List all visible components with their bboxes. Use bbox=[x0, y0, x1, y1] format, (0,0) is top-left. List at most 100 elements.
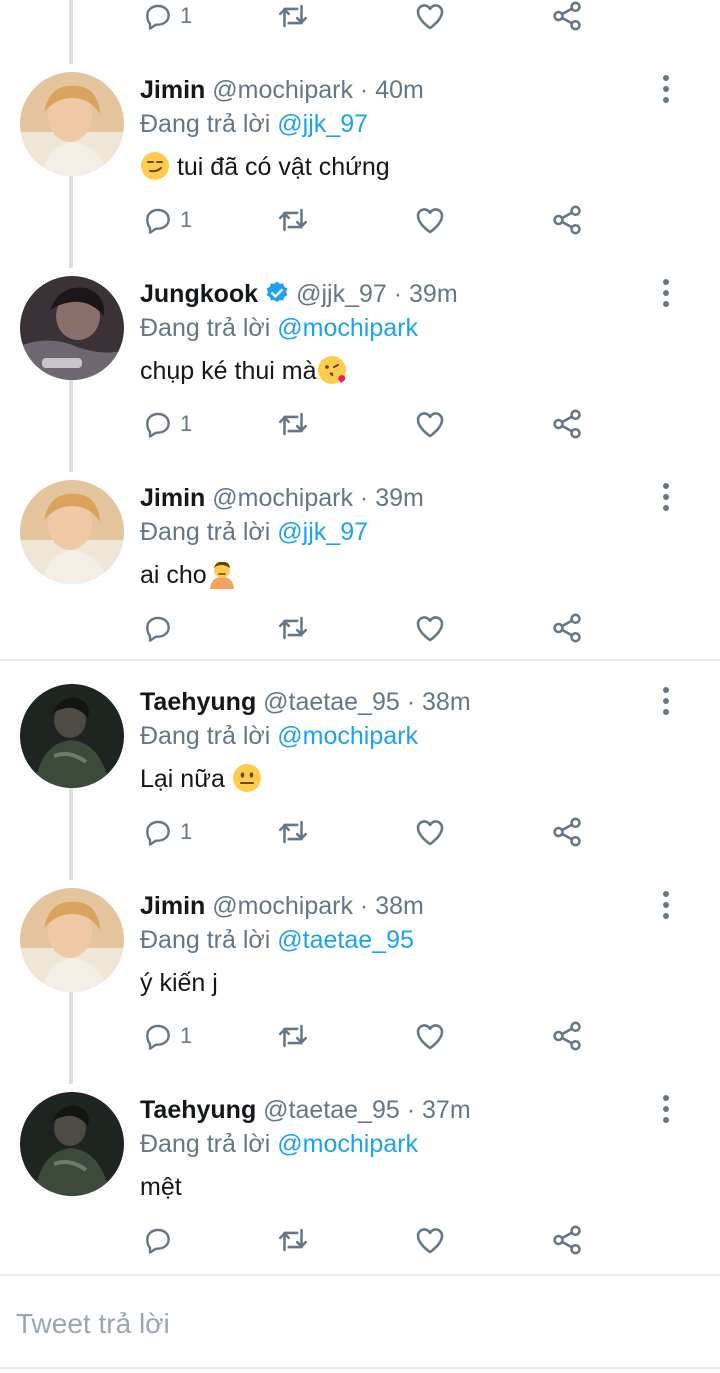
more-options-button[interactable] bbox=[654, 72, 678, 106]
share-icon bbox=[553, 1, 581, 31]
retweet-icon bbox=[278, 4, 308, 28]
separator-dot: · bbox=[359, 892, 369, 920]
tweet-header: Jimin @mochipark · 38m bbox=[140, 890, 424, 922]
retweet-button[interactable] bbox=[276, 1220, 310, 1260]
reply-mention-link[interactable]: @mochipark bbox=[277, 314, 418, 342]
reply-icon bbox=[146, 1228, 170, 1254]
reply-count: 1 bbox=[180, 819, 193, 844]
retweet-icon bbox=[278, 616, 308, 640]
more-options-button[interactable] bbox=[654, 480, 678, 514]
user-handle[interactable]: @mochipark bbox=[212, 484, 353, 512]
tweet-header: Jungkook @jjk_97 · 39m bbox=[140, 278, 458, 310]
tweet-text: ai cho bbox=[140, 558, 237, 592]
reply-button[interactable]: 1 bbox=[142, 812, 192, 852]
like-button[interactable] bbox=[413, 1220, 447, 1260]
retweet-button[interactable] bbox=[276, 812, 310, 852]
share-button[interactable] bbox=[550, 608, 584, 648]
timestamp[interactable]: 39m bbox=[375, 484, 424, 512]
replying-to: Đang trả lời @mochipark bbox=[140, 1128, 418, 1160]
tweet[interactable]: Jimin @mochipark · 39m Đang trả lời @jjk_… bbox=[0, 470, 720, 674]
avatar[interactable] bbox=[20, 72, 124, 176]
avatar-image bbox=[20, 480, 124, 584]
replying-to-label: Đang trả lời bbox=[140, 314, 271, 342]
avatar[interactable] bbox=[20, 1092, 124, 1196]
reply-input[interactable] bbox=[16, 1302, 696, 1346]
heart-icon bbox=[416, 412, 444, 438]
tweet-text-content: ai cho bbox=[140, 561, 207, 589]
timestamp[interactable]: 39m bbox=[409, 280, 458, 308]
like-button[interactable] bbox=[413, 1016, 447, 1056]
retweet-button[interactable] bbox=[276, 404, 310, 444]
avatar[interactable] bbox=[20, 684, 124, 788]
avatar-image bbox=[20, 276, 124, 380]
share-button[interactable] bbox=[550, 0, 584, 36]
display-name[interactable]: Jimin bbox=[140, 892, 205, 920]
reply-mention-link[interactable]: @mochipark bbox=[277, 722, 418, 750]
reply-button[interactable]: 1 bbox=[142, 200, 192, 240]
like-button[interactable] bbox=[413, 608, 447, 648]
reply-mention-link[interactable]: @jjk_97 bbox=[277, 110, 368, 138]
more-options-button[interactable] bbox=[654, 1092, 678, 1126]
reply-mention-link[interactable]: @mochipark bbox=[277, 1130, 418, 1158]
pouting-person-emoji bbox=[209, 561, 234, 589]
share-button[interactable] bbox=[550, 1016, 584, 1056]
share-button[interactable] bbox=[550, 1220, 584, 1260]
more-options-button[interactable] bbox=[654, 276, 678, 310]
timestamp[interactable]: 38m bbox=[375, 892, 424, 920]
separator-dot: · bbox=[359, 76, 369, 104]
user-handle[interactable]: @taetae_95 bbox=[263, 1096, 400, 1124]
display-name[interactable]: Jungkook bbox=[140, 280, 258, 308]
retweet-button[interactable] bbox=[276, 0, 310, 36]
replying-to: Đang trả lời @taetae_95 bbox=[140, 924, 414, 956]
reply-button[interactable]: 1 bbox=[142, 1016, 192, 1056]
tweet[interactable]: Taehyung @taetae_95 · 37m Đang trả lời @m… bbox=[0, 1082, 720, 1286]
retweet-button[interactable] bbox=[276, 608, 310, 648]
share-button[interactable] bbox=[550, 812, 584, 852]
user-handle[interactable]: @mochipark bbox=[212, 76, 353, 104]
more-options-icon bbox=[663, 891, 669, 919]
timestamp[interactable]: 38m bbox=[422, 688, 471, 716]
reply-button[interactable]: 1 bbox=[142, 404, 192, 444]
replying-to: Đang trả lời @jjk_97 bbox=[140, 516, 368, 548]
user-handle[interactable]: @mochipark bbox=[212, 892, 353, 920]
tweet[interactable]: Taehyung @taetae_95 · 38m Đang trả lời @m… bbox=[0, 674, 720, 878]
share-button[interactable] bbox=[550, 404, 584, 444]
avatar[interactable] bbox=[20, 480, 124, 584]
display-name[interactable]: Taehyung bbox=[140, 688, 256, 716]
like-button[interactable] bbox=[413, 812, 447, 852]
retweet-button[interactable] bbox=[276, 1016, 310, 1056]
timestamp[interactable]: 37m bbox=[422, 1096, 471, 1124]
user-handle[interactable]: @jjk_97 bbox=[296, 280, 387, 308]
display-name[interactable]: Taehyung bbox=[140, 1096, 256, 1124]
separator-dot: · bbox=[393, 280, 403, 308]
heart-icon bbox=[416, 1228, 444, 1254]
like-button[interactable] bbox=[413, 404, 447, 444]
tweet-actions bbox=[0, 1220, 720, 1260]
separator-dot: · bbox=[359, 484, 369, 512]
reply-mention-link[interactable]: @jjk_97 bbox=[277, 518, 368, 546]
tweet-actions: 1 bbox=[0, 200, 720, 240]
display-name[interactable]: Jimin bbox=[140, 76, 205, 104]
retweet-button[interactable] bbox=[276, 200, 310, 240]
more-options-button[interactable] bbox=[654, 888, 678, 922]
avatar[interactable] bbox=[20, 888, 124, 992]
tweet[interactable]: Jungkook @jjk_97 · 39m Đang trả lời @mochi… bbox=[0, 266, 720, 470]
reply-button[interactable]: 1 bbox=[142, 0, 192, 36]
tweet[interactable]: Jimin @mochipark · 40m Đang trả lời @jjk_… bbox=[0, 62, 720, 266]
reply-button[interactable] bbox=[142, 608, 180, 648]
reply-mention-link[interactable]: @taetae_95 bbox=[277, 926, 414, 954]
tweet[interactable]: Jimin @mochipark · 38m Đang trả lời @taet… bbox=[0, 878, 720, 1082]
user-handle[interactable]: @taetae_95 bbox=[263, 688, 400, 716]
like-button[interactable] bbox=[413, 0, 447, 36]
reply-icon bbox=[146, 208, 170, 234]
timestamp[interactable]: 40m bbox=[375, 76, 424, 104]
more-options-button[interactable] bbox=[654, 684, 678, 718]
display-name[interactable]: Jimin bbox=[140, 484, 205, 512]
reply-icon bbox=[146, 412, 170, 438]
avatar-image bbox=[20, 72, 124, 176]
reply-button[interactable] bbox=[142, 1220, 180, 1260]
like-button[interactable] bbox=[413, 200, 447, 240]
share-button[interactable] bbox=[550, 200, 584, 240]
avatar[interactable] bbox=[20, 276, 124, 380]
tweet-header: Taehyung @taetae_95 · 38m bbox=[140, 686, 471, 718]
